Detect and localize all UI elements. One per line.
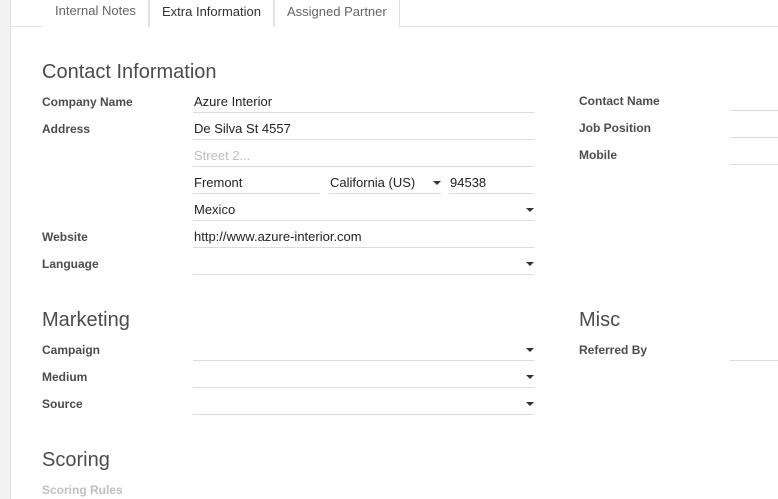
- zip-field[interactable]: 94538: [449, 172, 534, 194]
- job-position-label: Job Position: [579, 121, 651, 135]
- chevron-down-icon: [526, 208, 534, 212]
- street-field[interactable]: De Silva St 4557: [193, 118, 534, 140]
- language-label: Language: [42, 257, 99, 271]
- referred-by-field[interactable]: [730, 339, 778, 361]
- chevron-down-icon: [526, 375, 534, 379]
- campaign-label: Campaign: [42, 343, 101, 357]
- country-select[interactable]: Mexico: [193, 199, 534, 221]
- language-select[interactable]: [193, 253, 534, 275]
- source-select[interactable]: [193, 393, 534, 415]
- scoring-title: Scoring: [42, 449, 110, 471]
- zip-value: 94538: [450, 175, 487, 190]
- street-value: De Silva St 4557: [194, 121, 291, 136]
- website-label: Website: [42, 230, 88, 244]
- mobile-field[interactable]: [730, 143, 778, 165]
- contact-name-field[interactable]: [730, 89, 778, 111]
- tab-extra-information[interactable]: Extra Information: [149, 0, 274, 27]
- mobile-label: Mobile: [579, 148, 617, 162]
- tab-assigned-partner[interactable]: Assigned Partner: [274, 0, 400, 27]
- street2-placeholder: Street 2...: [194, 148, 251, 163]
- tab-internal-notes[interactable]: Internal Notes: [43, 0, 149, 27]
- medium-label: Medium: [42, 370, 88, 384]
- company-name-field[interactable]: Azure Interior: [193, 91, 534, 113]
- contact-information-title: Contact Information: [42, 61, 217, 83]
- country-value: Mexico: [194, 202, 236, 217]
- company-name-value: Azure Interior: [194, 94, 273, 109]
- website-field[interactable]: http://www.azure-interior.com: [193, 226, 534, 248]
- chevron-down-icon: [526, 402, 534, 406]
- misc-title: Misc: [579, 309, 621, 331]
- chevron-down-icon: [526, 348, 534, 352]
- street2-field[interactable]: Street 2...: [193, 145, 534, 167]
- chevron-down-icon: [433, 181, 441, 185]
- form-sheet: Internal Notes Extra Information Assigne…: [10, 0, 778, 499]
- address-label: Address: [42, 122, 91, 136]
- medium-select[interactable]: [193, 366, 534, 388]
- campaign-select[interactable]: [193, 339, 534, 361]
- state-value: California (US): [330, 175, 416, 190]
- source-label: Source: [42, 397, 83, 411]
- company-name-label: Company Name: [42, 95, 133, 109]
- job-position-field[interactable]: [730, 116, 778, 138]
- notebook-tabs: Internal Notes Extra Information Assigne…: [11, 0, 778, 27]
- marketing-title: Marketing: [42, 309, 130, 331]
- referred-by-label: Referred By: [579, 343, 648, 357]
- contact-name-label: Contact Name: [579, 94, 660, 108]
- scoring-rules-label: Scoring Rules: [42, 483, 123, 497]
- city-field[interactable]: Fremont: [193, 172, 320, 194]
- city-value: Fremont: [194, 175, 243, 190]
- website-value: http://www.azure-interior.com: [194, 229, 362, 244]
- state-select[interactable]: California (US): [329, 172, 441, 194]
- chevron-down-icon: [526, 262, 534, 266]
